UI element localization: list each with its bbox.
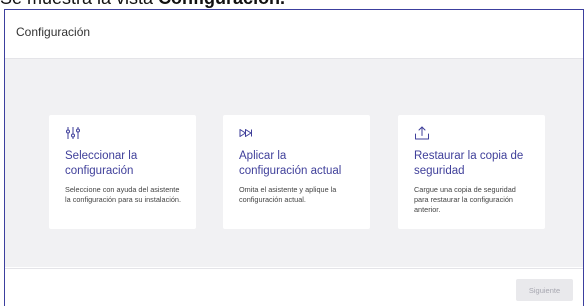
card-title-line-2: seguridad xyxy=(414,165,465,177)
options-area: Seleccionar la configuración Seleccione c… xyxy=(5,59,583,267)
document-heading: Se muestra la vista Configuración. xyxy=(0,0,285,9)
card-description: Cargue una copia de seguridad para resta… xyxy=(414,185,516,214)
card-apply-current-configuration[interactable]: Aplicar la configuración actual Omita el … xyxy=(223,115,370,229)
card-restore-backup[interactable]: Restaurar la copia de seguridad Cargue un… xyxy=(398,115,545,229)
card-title-line-1: Aplicar la xyxy=(239,150,287,162)
upload-icon xyxy=(415,126,429,140)
document-heading-prefix: Se muestra la vista xyxy=(0,0,158,8)
card-description: Omita el asistente y aplique la configur… xyxy=(239,185,337,204)
page-title: Configuración xyxy=(16,25,91,39)
skip-forward-icon xyxy=(239,129,252,137)
card-title: Seleccionar la configuración xyxy=(65,149,182,179)
card-description: Seleccione con ayuda del asistente la co… xyxy=(65,185,182,204)
card-title-line-1: Restaurar la copia de xyxy=(414,150,524,162)
window-footer: Siguiente xyxy=(5,268,583,306)
card-title: Restaurar la copia de seguridad xyxy=(414,149,531,179)
card-title-line-2: configuración actual xyxy=(239,165,342,177)
next-button[interactable]: Siguiente xyxy=(516,279,573,301)
window-header: Configuración xyxy=(5,10,583,59)
configuration-window: Configuración Seleccionar la configuració… xyxy=(4,9,584,306)
sliders-icon xyxy=(66,127,80,139)
card-title: Aplicar la configuración actual xyxy=(239,149,356,179)
page: Se muestra la vista Configuración. Confi… xyxy=(0,0,586,306)
card-title-line-2: configuración xyxy=(65,165,134,177)
document-heading-bold: Configuración. xyxy=(158,0,285,8)
card-title-line-1: Seleccionar la xyxy=(65,150,138,162)
card-select-configuration[interactable]: Seleccionar la configuración Seleccione c… xyxy=(49,115,196,229)
